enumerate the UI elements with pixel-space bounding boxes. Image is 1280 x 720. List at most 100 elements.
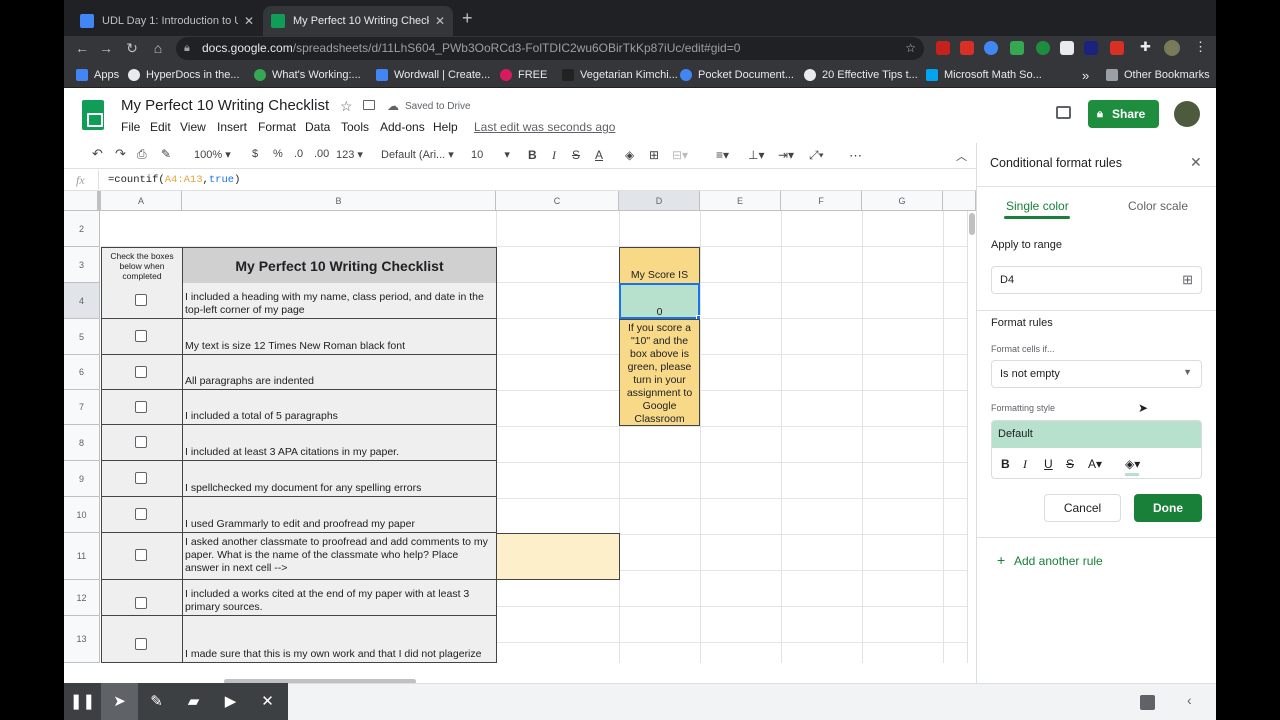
folder-icon[interactable]: [363, 100, 375, 110]
column-header-a[interactable]: A: [101, 191, 182, 211]
address-bar[interactable]: 🔒︎ docs.google.com/spreadsheets/d/11LhS6…: [176, 37, 924, 60]
extension-icon[interactable]: [984, 41, 998, 55]
document-title[interactable]: My Perfect 10 Writing Checklist: [121, 97, 329, 114]
grammarly-icon[interactable]: [1036, 41, 1050, 55]
merge-cells-icon[interactable]: ⊟▾: [672, 148, 688, 162]
scrollbar-thumb[interactable]: [969, 213, 975, 235]
underline-icon[interactable]: U: [1044, 457, 1053, 471]
grid-select-icon[interactable]: ⊞: [1182, 272, 1193, 288]
checklist-item[interactable]: I spellchecked my document for any spell…: [182, 461, 496, 497]
row-header[interactable]: 12: [64, 580, 100, 616]
menu-kebab-icon[interactable]: ⋮: [1194, 39, 1207, 55]
highlighter-icon[interactable]: ▰: [175, 683, 212, 720]
classmate-answer-cell[interactable]: [496, 533, 620, 580]
menu-insert[interactable]: Insert: [217, 120, 247, 134]
checkbox-item-8[interactable]: [135, 549, 147, 561]
redo-icon[interactable]: ↷: [115, 146, 126, 162]
bookmark-item[interactable]: FREE: [500, 67, 547, 83]
bookmark-item[interactable]: What's Working:...: [254, 67, 361, 83]
text-wrap-icon[interactable]: ⇥▾: [778, 148, 794, 162]
extension-icon[interactable]: [1110, 41, 1124, 55]
row-header[interactable]: 9: [64, 461, 100, 497]
extension-icon[interactable]: [1010, 41, 1024, 55]
cancel-button[interactable]: Cancel: [1044, 494, 1121, 522]
more-icon[interactable]: ⋯: [849, 148, 862, 164]
row-header[interactable]: 3: [64, 247, 100, 283]
vertical-align-icon[interactable]: ⊥▾: [748, 148, 764, 162]
fill-color-icon[interactable]: ◈▾: [1125, 457, 1140, 471]
strikethrough-icon[interactable]: S: [1066, 457, 1074, 471]
bookmark-item[interactable]: 20 Effective Tips t...: [804, 67, 918, 83]
column-header-h[interactable]: [943, 191, 976, 211]
share-button[interactable]: 🔒︎ Share: [1088, 100, 1159, 128]
print-icon[interactable]: ⎙: [137, 147, 147, 162]
text-color-icon[interactable]: A: [595, 148, 603, 162]
gmail-extension-icon[interactable]: [936, 41, 950, 55]
checklist-item[interactable]: I included a heading with my name, class…: [182, 283, 496, 319]
vertical-scrollbar[interactable]: [967, 211, 976, 663]
strikethrough-icon[interactable]: S: [572, 148, 580, 162]
column-header-f[interactable]: F: [781, 191, 862, 211]
checklist-item[interactable]: I included at least 3 APA citations in m…: [182, 425, 496, 461]
currency-button[interactable]: $: [252, 148, 258, 160]
text-rotation-icon[interactable]: ⤢▾: [809, 148, 824, 163]
checklist-item[interactable]: My text is size 12 Times New Roman black…: [182, 319, 496, 355]
menu-addons[interactable]: Add-ons: [380, 120, 425, 134]
row-header[interactable]: 2: [64, 211, 100, 247]
checklist-item[interactable]: All paragraphs are indented: [182, 355, 496, 390]
horizontal-align-icon[interactable]: ≡▾: [716, 148, 729, 162]
column-header-g[interactable]: G: [862, 191, 943, 211]
italic-icon[interactable]: I: [1023, 457, 1027, 472]
extension-icon[interactable]: [1060, 41, 1074, 55]
score-cell[interactable]: 0: [619, 283, 700, 319]
column-header-c[interactable]: C: [496, 191, 619, 211]
style-preview[interactable]: Default: [992, 421, 1201, 448]
tab-color-scale[interactable]: Color scale: [1128, 199, 1188, 213]
column-header-e[interactable]: E: [700, 191, 781, 211]
menu-format[interactable]: Format: [258, 120, 296, 134]
back-icon[interactable]: ←: [72, 38, 92, 58]
row-header[interactable]: 7: [64, 390, 100, 425]
menu-file[interactable]: File: [121, 120, 140, 134]
checkbox-item-4[interactable]: [135, 401, 147, 413]
column-header-d[interactable]: D: [619, 191, 700, 211]
range-input[interactable]: D4 ⊞: [991, 266, 1202, 294]
star-icon[interactable]: ☆: [340, 98, 353, 115]
bookmark-item[interactable]: Pocket Document...: [680, 67, 794, 83]
home-icon[interactable]: ⌂: [148, 38, 168, 58]
increase-decimal-button[interactable]: .00: [314, 148, 329, 160]
formula-input[interactable]: =countif(A4:A13,true): [108, 174, 240, 186]
tab-udl[interactable]: UDL Day 1: Introduction to UDL ✕: [72, 6, 262, 36]
checkbox-item-10[interactable]: [135, 638, 147, 650]
row-header[interactable]: 8: [64, 425, 100, 461]
italic-icon[interactable]: I: [552, 148, 556, 163]
checklist-item[interactable]: I used Grammarly to edit and proofread m…: [182, 497, 496, 533]
extension-icon[interactable]: [960, 41, 974, 55]
checklist-item[interactable]: I included a works cited at the end of m…: [182, 580, 496, 616]
chevron-left-icon[interactable]: ‹: [1187, 692, 1192, 708]
text-color-icon[interactable]: A▾: [1088, 457, 1102, 471]
fill-color-icon[interactable]: ◈: [625, 148, 634, 162]
done-button[interactable]: Done: [1134, 494, 1202, 522]
menu-view[interactable]: View: [180, 120, 206, 134]
extension-icon[interactable]: [1084, 41, 1098, 55]
pointer-icon[interactable]: ➤: [101, 683, 138, 720]
row-header[interactable]: 5: [64, 319, 100, 355]
column-header-b[interactable]: B: [182, 191, 496, 211]
checkbox-item-5[interactable]: [135, 436, 147, 448]
bookmarks-overflow[interactable]: »: [1082, 67, 1089, 83]
row-header[interactable]: 13: [64, 616, 100, 663]
condition-select[interactable]: Is not empty ▼: [991, 360, 1202, 388]
menu-tools[interactable]: Tools: [341, 120, 369, 134]
pen-icon[interactable]: ✎: [138, 683, 175, 720]
explore-icon[interactable]: [1140, 695, 1155, 710]
new-tab-button[interactable]: +: [462, 8, 473, 28]
reload-icon[interactable]: ↻: [122, 38, 142, 58]
percent-button[interactable]: %: [273, 148, 283, 160]
menu-edit[interactable]: Edit: [150, 120, 171, 134]
other-bookmarks[interactable]: Other Bookmarks: [1106, 67, 1210, 83]
puzzle-icon[interactable]: ✚: [1140, 39, 1151, 55]
close-icon[interactable]: ✕: [1190, 154, 1202, 171]
row-header[interactable]: 6: [64, 355, 100, 390]
bold-icon[interactable]: B: [528, 148, 537, 162]
